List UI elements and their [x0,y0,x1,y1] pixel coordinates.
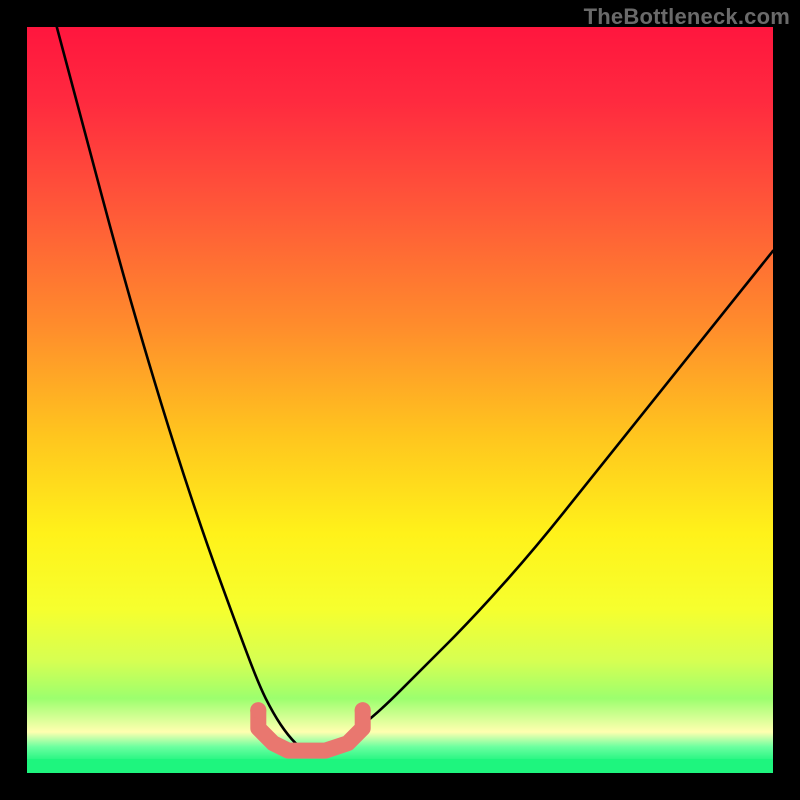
trough-dot-right [355,702,371,718]
gradient-background [27,27,773,773]
trough-dot-left [250,702,266,718]
chart-frame: TheBottleneck.com [0,0,800,800]
baseline-strip [27,759,773,773]
plot-area [27,27,773,773]
plot-svg [27,27,773,773]
